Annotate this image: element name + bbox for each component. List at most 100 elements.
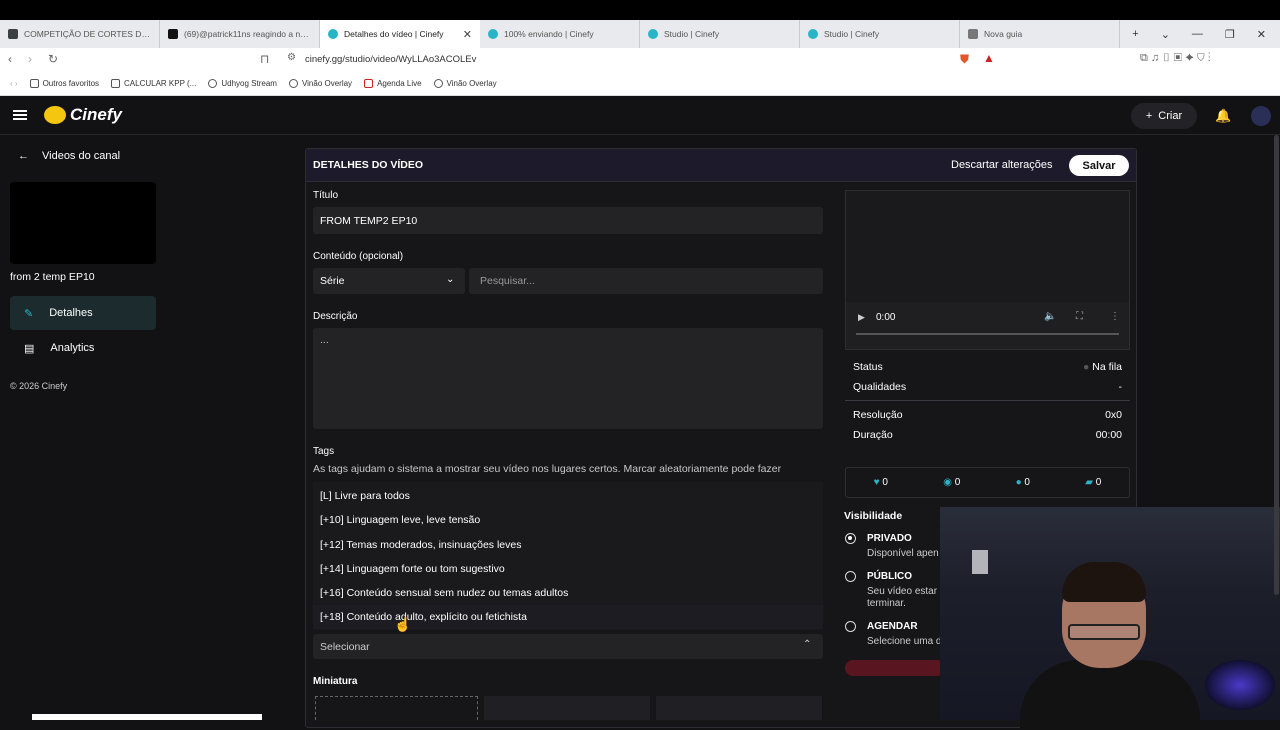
calculator-icon (111, 79, 121, 88)
duration-value: 00:00 (1095, 429, 1122, 441)
logo-icon (44, 106, 66, 124)
select-label: Selecionar (320, 640, 370, 653)
rating-option[interactable]: [L] Livre para todos (313, 484, 823, 508)
logo-text: Cinefy (70, 105, 122, 124)
cursor-icon: ☝ (394, 616, 412, 632)
resolution-label: Resolução (853, 409, 903, 421)
rating-option[interactable]: [+16] Conteúdo sensual sem nudez ou tema… (313, 581, 823, 605)
more-options-icon[interactable]: ⋮ (1110, 311, 1120, 322)
browser-tab[interactable]: Nova guia (960, 20, 1120, 48)
webcam-person-glasses (1068, 624, 1140, 640)
bookmark-item[interactable]: CALCULAR KPP (... (111, 79, 196, 88)
video-controls (846, 302, 1129, 349)
browser-tab[interactable]: (69)@patrick11ns reagindo a nanac (160, 20, 320, 48)
likes-stat: ♥ 0 (874, 477, 888, 488)
cinefy-favicon-icon (648, 29, 658, 39)
shield-icon (968, 29, 978, 39)
danger-button[interactable] (845, 660, 945, 676)
comments-count: 0 (1095, 477, 1102, 488)
volume-icon[interactable]: 🔈 (1044, 311, 1056, 322)
tiktok-icon (168, 29, 178, 39)
tab-title: Studio | Cinefy (664, 29, 720, 39)
browser-tab[interactable]: Studio | Cinefy (640, 20, 800, 48)
rating-option[interactable]: [+18] Conteúdo adulto, explícito ou feti… (313, 605, 823, 629)
browser-tab[interactable]: 100% enviando | Cinefy (480, 20, 640, 48)
save-button[interactable]: Salvar (1069, 155, 1129, 176)
reload-icon[interactable]: ↻ (48, 52, 58, 66)
bookmark-item[interactable]: Vinão Overlay (288, 79, 353, 88)
tab-title: Detalhes do vídeo | Cinefy (344, 29, 444, 39)
menu-icon[interactable] (13, 108, 27, 122)
content-type-select[interactable]: Série ⌄ (313, 268, 465, 294)
divider (845, 400, 1130, 401)
title-input[interactable]: FROM TEMP2 EP10 (313, 207, 823, 234)
likes-count: 0 (882, 477, 888, 488)
site-info-icon[interactable]: ⚙ (287, 52, 296, 63)
share-icon: ● (1015, 477, 1022, 488)
rating-option[interactable]: [+10] Linguagem leve, leve tensão (313, 508, 823, 532)
content-type-value: Série (320, 275, 345, 287)
new-tab-icon[interactable]: + (1132, 28, 1138, 40)
avatar[interactable] (1251, 106, 1271, 126)
content-search-input[interactable]: Pesquisar... (469, 268, 823, 294)
bookmark-label: Agenda Live (377, 79, 422, 88)
tags-hint: As tags ajudam o sistema a mostrar seu v… (313, 463, 782, 475)
fullscreen-icon[interactable]: ⛶ (1076, 311, 1083, 322)
bookmarks-bar: ‹ › Outros favoritos CALCULAR KPP (... U… (0, 72, 1280, 96)
page-title: DETALHES DO VÍDEO (313, 159, 424, 171)
sidebar-item-details[interactable]: ✎ Detalhes (10, 296, 156, 330)
status-row: Status ● Na fila (845, 361, 1130, 373)
forward-icon[interactable]: › (28, 52, 32, 66)
bookmark-item[interactable]: Agenda Live (364, 79, 422, 88)
thumbnail-option[interactable] (484, 696, 650, 720)
cinefy-logo[interactable]: Cinefy (44, 105, 122, 125)
bookmark-item[interactable]: Vinão Overlay (433, 79, 497, 88)
tab-title: Nova guia (984, 29, 1023, 39)
app-header (0, 97, 1280, 135)
browser-tab[interactable]: COMPETIÇÃO DE CORTES DO PATR (0, 20, 160, 48)
cinefy-favicon-icon (328, 29, 338, 39)
bell-icon[interactable]: 🔔 (1215, 108, 1231, 124)
page-scrollbar[interactable] (1274, 135, 1279, 595)
apps-icon[interactable]: ‹ › (10, 79, 18, 88)
brave-shield-icon[interactable]: ⛊ (960, 52, 969, 67)
create-button[interactable]: + Criar (1131, 103, 1197, 129)
discard-button[interactable]: Descartar alterações (951, 159, 1053, 171)
bookmark-item[interactable]: Udhyog Stream (208, 79, 277, 88)
rating-option[interactable]: [+12] Temas moderados, insinuações leves (313, 533, 823, 557)
description-input[interactable]: ... (313, 328, 823, 429)
thumbnail-option[interactable] (656, 696, 822, 720)
back-to-videos-link[interactable]: ← Videos do canal (18, 150, 120, 162)
visibility-radio-schedule[interactable] (845, 621, 856, 632)
restore-icon[interactable]: ❐ (1225, 28, 1235, 41)
thumbnail-upload[interactable] (315, 696, 478, 720)
visibility-radio-public[interactable] (845, 571, 856, 582)
globe-icon (433, 79, 443, 88)
rating-option[interactable]: [+14] Linguagem forte ou tom sugestivo (313, 557, 823, 581)
bookmark-item[interactable]: Outros favoritos (29, 79, 100, 88)
browser-tab-active[interactable]: Detalhes do vídeo | Cinefy ✕ (320, 20, 480, 48)
visibility-option-desc: Selecione uma d (867, 636, 942, 647)
bookmark-icon[interactable]: ⊓ (260, 52, 269, 66)
window-controls: + ⌄ — ❐ ✕ (1132, 20, 1280, 48)
shares-count: 0 (1024, 477, 1030, 488)
play-icon[interactable]: ▶ (858, 312, 865, 323)
visibility-radio-private[interactable] (845, 533, 856, 544)
bookmark-label: Outros favoritos (42, 79, 100, 88)
sidebar-item-label: Analytics (50, 342, 95, 354)
sidebar-item-analytics[interactable]: ▤ Analytics (10, 331, 156, 365)
tab-list-icon[interactable]: ⌄ (1161, 28, 1170, 41)
status-value: Na fila (1092, 361, 1122, 373)
close-window-icon[interactable]: ✕ (1257, 28, 1266, 41)
back-icon[interactable]: ‹ (8, 52, 12, 66)
brave-rewards-icon[interactable]: ▲ (983, 51, 995, 65)
video-progress[interactable] (856, 333, 1119, 335)
globe-icon (288, 79, 298, 88)
close-tab-icon[interactable]: ✕ (463, 28, 472, 41)
bookmark-label: Vinão Overlay (301, 79, 353, 88)
minimize-icon[interactable]: — (1192, 28, 1203, 40)
rating-select[interactable]: Selecionar ⌃ (313, 634, 823, 659)
browser-tab[interactable]: Studio | Cinefy (800, 20, 960, 48)
url-field[interactable]: cinefy.gg/studio/video/WyLLAo3ACOLEv (305, 54, 476, 65)
extensions-icon[interactable]: ⧉ ♫ ▯ ▣ ✦ ⛉ ⋮ (1140, 52, 1211, 65)
